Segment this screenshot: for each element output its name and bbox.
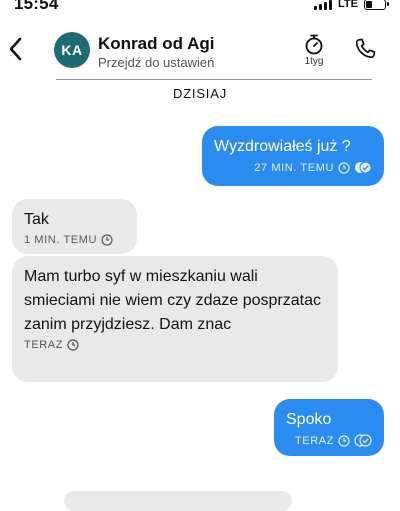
clock-icon (101, 234, 113, 246)
message-meta: TERAZ (286, 434, 372, 447)
message-bubble-outgoing[interactable]: Spoko TERAZ (274, 399, 384, 456)
date-separator: DZISIAJ (173, 86, 227, 101)
phone-icon[interactable] (352, 36, 378, 62)
message-text: Wyzdrowiałeś już ? (214, 138, 351, 155)
timer-label: 1tyg (304, 56, 324, 67)
status-time: 15:54 (14, 0, 59, 13)
message-time: 1 MIN. TEMU (24, 234, 98, 246)
message-time: TERAZ (294, 434, 334, 447)
message-bubble-incoming[interactable]: Tak 1 MIN. TEMU (12, 199, 137, 254)
message-meta: TERAZ (24, 339, 326, 351)
message-bubble-outgoing[interactable]: Wyzdrowiałeś już ? 27 MIN. TEMU (202, 126, 384, 186)
chat-header: KA Konrad od Agi Przejdź do ustawień 1ty… (0, 22, 400, 80)
message-meta: 1 MIN. TEMU (24, 234, 125, 246)
read-receipt-icon (354, 434, 372, 447)
message-bubble-partial (64, 491, 292, 511)
message-bubble-incoming[interactable]: Mam turbo syf w mieszkaniu wali smieciam… (12, 256, 338, 382)
status-bar: 15:54 LTE (0, 0, 400, 22)
back-chevron-icon[interactable] (6, 34, 26, 64)
clock-icon (338, 434, 350, 447)
message-time: TERAZ (24, 339, 64, 351)
status-indicators: LTE (314, 0, 389, 10)
avatar[interactable]: KA (54, 32, 90, 68)
message-time: 27 MIN. TEMU (254, 161, 334, 174)
battery-icon (364, 0, 389, 10)
message-meta: 27 MIN. TEMU (214, 161, 372, 174)
message-text: Spoko (286, 411, 332, 428)
read-receipt-icon (354, 161, 372, 174)
header-divider (56, 79, 372, 80)
contact-name[interactable]: Konrad od Agi (98, 34, 214, 54)
message-text: Mam turbo syf w mieszkaniu wali smieciam… (24, 268, 321, 333)
clock-icon (338, 161, 350, 174)
network-label: LTE (338, 0, 358, 10)
clock-icon (67, 339, 79, 351)
settings-link[interactable]: Przejdź do ustawień (98, 55, 214, 70)
message-text: Tak (24, 211, 49, 228)
signal-icon (314, 0, 333, 10)
